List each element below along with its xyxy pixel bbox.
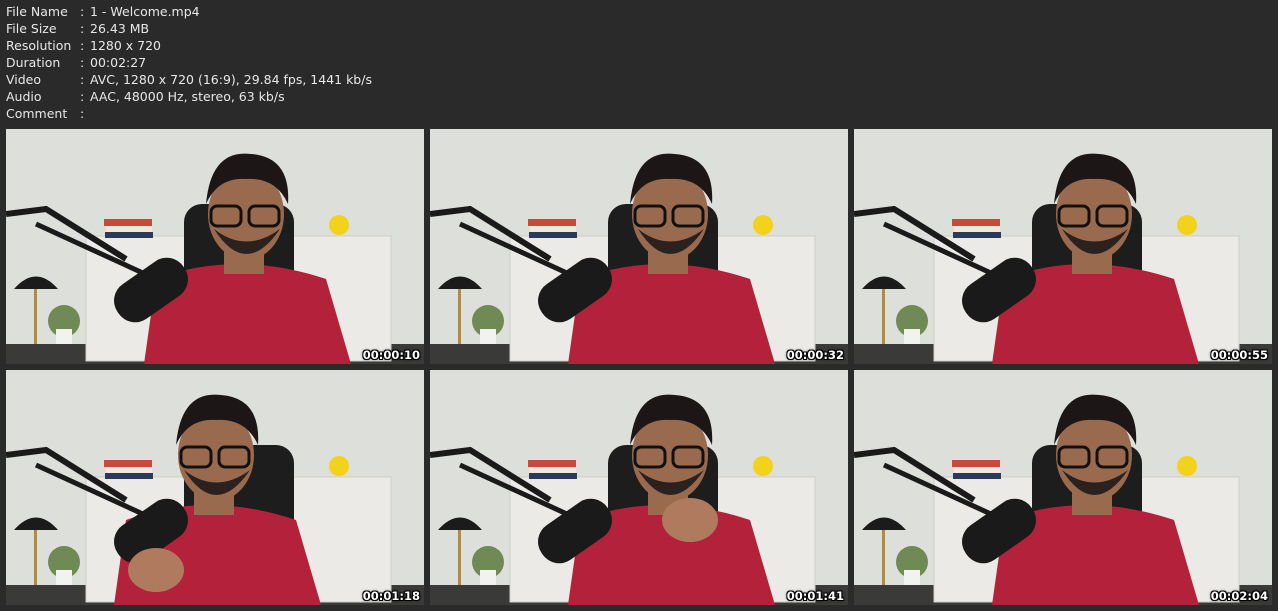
book: [953, 473, 1001, 479]
desk-lamp-stem: [882, 530, 885, 585]
book: [528, 460, 576, 467]
thumbnail-timestamp: 00:00:10: [362, 348, 420, 362]
desk-lamp-stem: [34, 530, 37, 585]
book: [530, 467, 576, 473]
thumbnail-timestamp: 00:02:04: [1210, 589, 1268, 603]
book: [530, 226, 576, 232]
desk-lamp-stem: [882, 289, 885, 344]
book: [106, 467, 152, 473]
book: [104, 460, 152, 467]
video-thumbnail[interactable]: 00:00:55: [854, 129, 1272, 364]
plant-pot: [56, 329, 72, 344]
book: [954, 226, 1000, 232]
smiley-ball: [753, 456, 773, 476]
info-separator: :: [80, 89, 85, 104]
desk-lamp-stem: [34, 289, 37, 344]
info-key: Comment: [6, 106, 68, 121]
video-thumbnail[interactable]: 00:02:04: [854, 370, 1272, 605]
info-key: File Name: [6, 4, 68, 19]
thumbnail-frame-image: [854, 129, 1272, 364]
video-thumbnail[interactable]: 00:00:32: [430, 129, 848, 364]
smiley-ball: [329, 456, 349, 476]
thumbnail-frame-image: [6, 129, 424, 364]
desk-lamp-stem: [458, 289, 461, 344]
video-thumbnail[interactable]: 00:01:41: [430, 370, 848, 605]
info-value: 00:02:27: [90, 55, 147, 70]
book: [106, 226, 152, 232]
info-row-file-size: File Size : 26.43 MB: [6, 20, 372, 37]
info-row-video: Video : AVC, 1280 x 720 (16:9), 29.84 fp…: [6, 71, 372, 88]
plant-pot: [480, 329, 496, 344]
book: [104, 219, 152, 226]
info-separator: :: [80, 55, 85, 70]
plant-pot: [56, 570, 72, 585]
info-separator: :: [80, 21, 85, 36]
book: [105, 232, 153, 238]
smiley-ball: [1177, 456, 1197, 476]
info-separator: :: [80, 38, 85, 53]
plant-pot: [904, 329, 920, 344]
info-key: Duration: [6, 55, 61, 70]
thumbnail-frame-image: [854, 370, 1272, 605]
video-thumbnail[interactable]: 00:00:10: [6, 129, 424, 364]
book: [952, 219, 1000, 226]
book: [954, 467, 1000, 473]
info-key: Audio: [6, 89, 42, 104]
info-key: File Size: [6, 21, 57, 36]
person-hand: [662, 498, 718, 542]
thumbnail-timestamp: 00:00:32: [786, 348, 844, 362]
book: [529, 232, 577, 238]
thumbnail-timestamp: 00:01:41: [786, 589, 844, 603]
smiley-ball: [329, 215, 349, 235]
desk-lamp-stem: [458, 530, 461, 585]
video-thumbnail[interactable]: 00:01:18: [6, 370, 424, 605]
smiley-ball: [753, 215, 773, 235]
book: [528, 219, 576, 226]
info-row-resolution: Resolution : 1280 x 720: [6, 37, 372, 54]
info-row-comment: Comment :: [6, 105, 372, 122]
book: [529, 473, 577, 479]
info-value: AVC, 1280 x 720 (16:9), 29.84 fps, 1441 …: [90, 72, 372, 87]
person-hand: [128, 548, 184, 592]
info-value: 1 - Welcome.mp4: [90, 4, 200, 19]
info-row-duration: Duration : 00:02:27: [6, 54, 372, 71]
info-value: AAC, 48000 Hz, stereo, 63 kb/s: [90, 89, 285, 104]
thumbnail-grid: 00:00:10 00:00:32 00:00:55 00:01:18 00:0…: [6, 129, 1272, 605]
info-separator: :: [80, 4, 85, 19]
info-separator: :: [80, 106, 85, 121]
info-key: Resolution: [6, 38, 72, 53]
info-key: Video: [6, 72, 42, 87]
info-value: 26.43 MB: [90, 21, 150, 36]
info-separator: :: [80, 72, 85, 87]
thumbnail-frame-image: [430, 129, 848, 364]
book: [105, 473, 153, 479]
info-row-file-name: File Name : 1 - Welcome.mp4: [6, 3, 372, 20]
smiley-ball: [1177, 215, 1197, 235]
thumbnail-timestamp: 00:01:18: [362, 589, 420, 603]
file-info-panel: File Name : 1 - Welcome.mp4 File Size : …: [6, 3, 372, 122]
thumbnail-frame-image: [6, 370, 424, 605]
thumbnail-timestamp: 00:00:55: [1210, 348, 1268, 362]
info-value: 1280 x 720: [90, 38, 162, 53]
book: [952, 460, 1000, 467]
plant-pot: [480, 570, 496, 585]
info-row-audio: Audio : AAC, 48000 Hz, stereo, 63 kb/s: [6, 88, 372, 105]
book: [953, 232, 1001, 238]
thumbnail-frame-image: [430, 370, 848, 605]
plant-pot: [904, 570, 920, 585]
